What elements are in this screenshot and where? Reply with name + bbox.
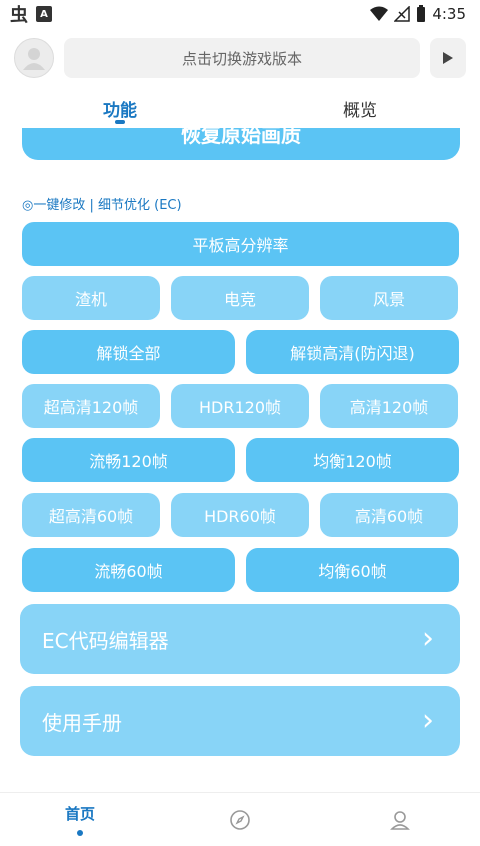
signal-off-icon (394, 6, 411, 22)
nav-discover[interactable] (160, 793, 320, 846)
hdr-120-button[interactable]: HDR120帧 (171, 384, 309, 428)
clock: 4:35 (432, 5, 466, 23)
restore-original-button[interactable]: 恢复原始画质 (22, 128, 460, 160)
tab-indicator (115, 120, 125, 124)
chevron-right-icon: › (422, 703, 434, 738)
balanced-120-button[interactable]: 均衡120帧 (246, 438, 459, 482)
balanced-60-button[interactable]: 均衡60帧 (246, 548, 459, 592)
preset-esports-button[interactable]: 电竞 (171, 276, 309, 320)
ec-code-editor-button[interactable]: EC代码编辑器 › (20, 604, 460, 674)
version-selector[interactable]: 点击切换游戏版本 (64, 38, 420, 78)
play-icon (443, 52, 453, 64)
chevron-right-icon: › (422, 621, 434, 656)
hd-120-button[interactable]: 高清120帧 (320, 384, 458, 428)
unlock-hd-button[interactable]: 解锁高清(防闪退) (246, 330, 459, 374)
nav-home[interactable]: 首页 (0, 793, 160, 846)
tab-bar: 功能 概览 (0, 92, 480, 128)
preset-low-end-button[interactable]: 渣机 (22, 276, 160, 320)
ec-code-editor-label: EC代码编辑器 (42, 628, 169, 653)
unlock-all-button[interactable]: 解锁全部 (22, 330, 235, 374)
header: 点击切换游戏版本 (14, 36, 466, 80)
uhd-60-button[interactable]: 超高清60帧 (22, 493, 160, 537)
hdr-60-button[interactable]: HDR60帧 (171, 493, 309, 537)
tab-overview[interactable]: 概览 (240, 92, 480, 128)
hd-60-button[interactable]: 高清60帧 (320, 493, 458, 537)
tab-label: 功能 (103, 101, 137, 121)
battery-icon (417, 5, 426, 22)
preset-scenery-button[interactable]: 风景 (320, 276, 458, 320)
bottom-nav: 首页 (0, 792, 480, 846)
play-button[interactable] (430, 38, 466, 78)
compass-icon (230, 809, 250, 830)
tablet-resolution-button[interactable]: 平板高分辨率 (22, 222, 459, 266)
profile-icon (390, 810, 410, 830)
smooth-120-button[interactable]: 流畅120帧 (22, 438, 235, 482)
wifi-icon (370, 6, 389, 21)
active-dot (77, 830, 83, 836)
user-manual-button[interactable]: 使用手册 › (20, 686, 460, 756)
user-avatar-icon[interactable] (14, 38, 54, 78)
nav-profile[interactable] (320, 793, 480, 846)
feature-list[interactable]: 恢复原始画质 ◎一键修改 | 细节优化 (EC) 平板高分辨率 渣机 电竞 风景… (0, 128, 480, 792)
tab-features[interactable]: 功能 (0, 92, 240, 128)
status-bar: 虫 A 4:35 (0, 0, 480, 28)
uhd-120-button[interactable]: 超高清120帧 (22, 384, 160, 428)
section-label: ◎一键修改 | 细节优化 (EC) (22, 198, 182, 213)
app-icon: A (36, 6, 52, 22)
nav-home-label: 首页 (64, 805, 95, 823)
user-manual-label: 使用手册 (42, 710, 122, 735)
app-icon: 虫 (10, 5, 28, 26)
tab-label: 概览 (343, 101, 377, 121)
smooth-60-button[interactable]: 流畅60帧 (22, 548, 235, 592)
